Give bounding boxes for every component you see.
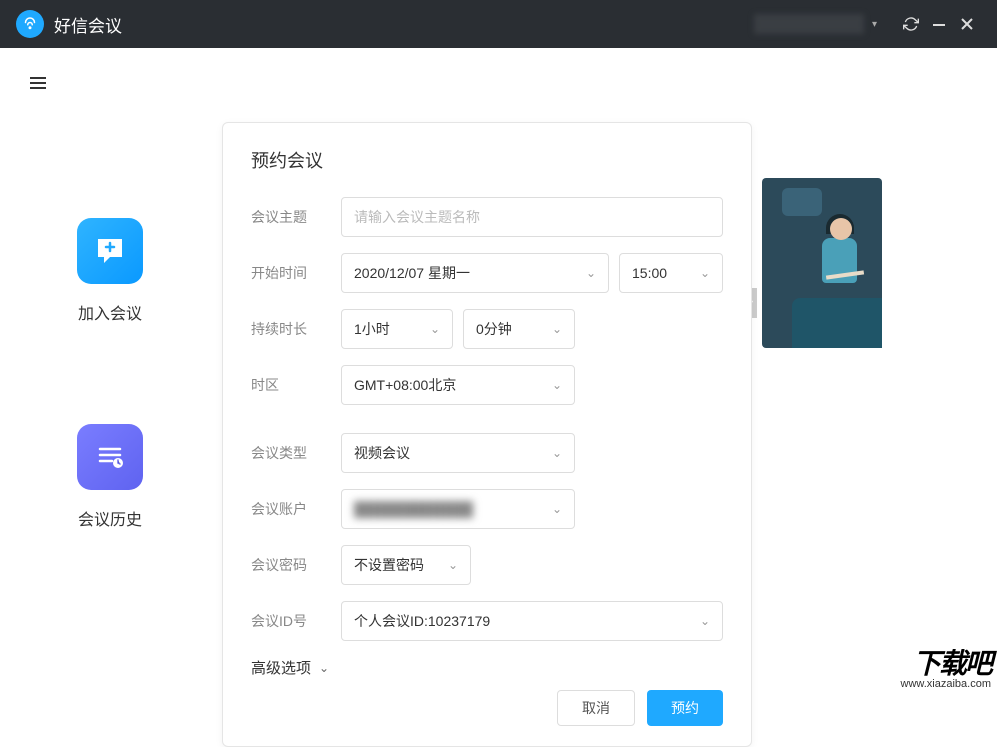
meeting-id-select[interactable]: 个人会议ID:10237179 ⌄: [341, 601, 723, 641]
password-value: 不设置密码: [354, 555, 424, 575]
minimize-button[interactable]: [925, 10, 953, 38]
meeting-type-label: 会议类型: [251, 443, 341, 463]
chevron-down-icon: ⌄: [430, 322, 440, 336]
sidebar-item-label: 加入会议: [78, 300, 142, 324]
duration-label: 持续时长: [251, 319, 341, 339]
meeting-id-value: 个人会议ID:10237179: [354, 611, 490, 631]
advanced-options-label: 高级选项: [251, 657, 311, 678]
main-area: 加入会议 会议历史 ▾ 预约会议 会议主题 开始时间: [0, 48, 997, 696]
background-illustration: [762, 178, 882, 348]
account-value: ████████████: [354, 501, 473, 517]
advanced-options-toggle[interactable]: 高级选项 ⌄: [251, 657, 723, 678]
watermark-text: 下载吧: [901, 642, 991, 682]
timezone-value: GMT+08:00北京: [354, 375, 456, 395]
join-meeting-icon: [77, 218, 143, 284]
timezone-select[interactable]: GMT+08:00北京 ⌄: [341, 365, 575, 405]
account-select[interactable]: ████████████ ⌄: [341, 489, 575, 529]
meeting-type-value: 视频会议: [354, 443, 410, 463]
start-time-label: 开始时间: [251, 263, 341, 283]
duration-hours-value: 1小时: [354, 319, 390, 339]
password-label: 会议密码: [251, 555, 341, 575]
start-date-select[interactable]: 2020/12/07 星期一 ⌄: [341, 253, 609, 293]
confirm-button[interactable]: 预约: [647, 690, 723, 726]
app-logo-icon: [16, 10, 44, 38]
sidebar-item-history[interactable]: 会议历史: [77, 424, 143, 530]
meeting-type-select[interactable]: 视频会议 ⌄: [341, 433, 575, 473]
sidebar: 加入会议 会议历史: [0, 48, 220, 696]
start-time-value: 15:00: [632, 265, 667, 281]
chevron-down-icon: ⌄: [552, 322, 562, 336]
chevron-down-icon: ⌄: [319, 661, 329, 675]
chevron-down-icon: ⌄: [552, 378, 562, 392]
chevron-down-icon: ⌄: [552, 502, 562, 516]
titlebar-user-info: [754, 14, 864, 34]
watermark: 下载吧 www.xiazaiba.com: [901, 642, 991, 690]
chevron-down-icon: ⌄: [552, 446, 562, 460]
chevron-down-icon: ⌄: [700, 614, 710, 628]
chevron-down-icon: ⌄: [586, 266, 596, 280]
meeting-id-label: 会议ID号: [251, 611, 341, 631]
password-select[interactable]: 不设置密码 ⌄: [341, 545, 471, 585]
account-label: 会议账户: [251, 499, 341, 519]
duration-hours-select[interactable]: 1小时 ⌄: [341, 309, 453, 349]
hamburger-menu-button[interactable]: [30, 74, 46, 92]
start-date-value: 2020/12/07 星期一: [354, 263, 470, 283]
duration-minutes-select[interactable]: 0分钟 ⌄: [463, 309, 575, 349]
chevron-down-icon: ⌄: [700, 266, 710, 280]
topic-label: 会议主题: [251, 207, 341, 227]
titlebar-dropdown-icon[interactable]: ▾: [872, 19, 877, 30]
sidebar-item-label: 会议历史: [78, 506, 142, 530]
topic-input[interactable]: [341, 197, 723, 237]
timezone-label: 时区: [251, 375, 341, 395]
chevron-down-icon: ⌄: [448, 558, 458, 572]
start-time-select[interactable]: 15:00 ⌄: [619, 253, 723, 293]
modal-title: 预约会议: [251, 147, 723, 173]
watermark-url: www.xiazaiba.com: [901, 678, 991, 690]
cancel-button[interactable]: 取消: [557, 690, 635, 726]
sidebar-item-join-meeting[interactable]: 加入会议: [77, 218, 143, 324]
refresh-button[interactable]: [897, 10, 925, 38]
app-title: 好信会议: [54, 12, 122, 37]
duration-minutes-value: 0分钟: [476, 319, 512, 339]
titlebar: 好信会议 ▾: [0, 0, 997, 48]
close-button[interactable]: [953, 10, 981, 38]
schedule-meeting-modal: 预约会议 会议主题 开始时间 2020/12/07 星期一 ⌄ 15:00 ⌄: [222, 122, 752, 747]
history-icon: [77, 424, 143, 490]
